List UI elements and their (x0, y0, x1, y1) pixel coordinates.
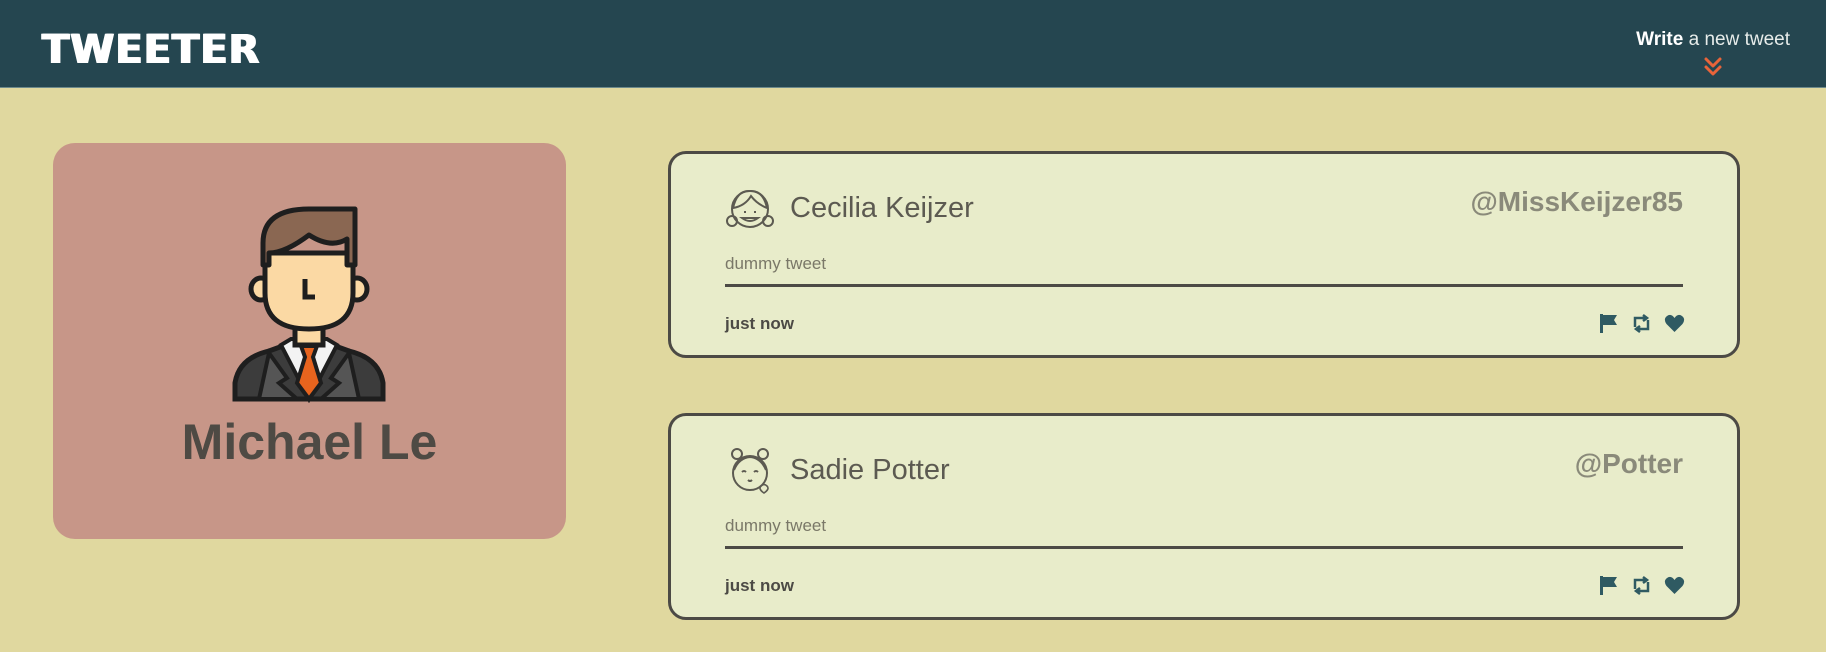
heart-icon[interactable] (1664, 313, 1685, 334)
retweet-icon[interactable] (1631, 313, 1652, 334)
tweet-timestamp: just now (725, 576, 794, 595)
flag-icon[interactable] (1598, 575, 1619, 596)
tweet-content: dummy tweet (725, 254, 827, 273)
tweet-content: dummy tweet (725, 516, 827, 535)
tweet-author-name: Sadie Potter (790, 454, 950, 486)
tweet-author-name: Cecilia Keijzer (790, 192, 974, 224)
compose-bold-label: Write (1636, 29, 1684, 50)
tweet-divider (725, 284, 1683, 287)
tweet-timestamp: just now (725, 314, 794, 333)
compose-label: a new tweet (1683, 29, 1790, 50)
businessman-avatar-icon (232, 206, 386, 403)
profile-card: Michael Le (53, 143, 566, 539)
tweet-author-handle[interactable]: @Potter (1575, 448, 1683, 480)
double-chevron-down-icon[interactable] (1703, 56, 1723, 78)
top-navbar: TWEETER Write a new tweet (0, 0, 1826, 88)
girl-braids-avatar-icon (726, 189, 774, 228)
tweet-card: Sadie Potter @Potter dummy tweet just no… (668, 413, 1740, 620)
retweet-icon[interactable] (1631, 575, 1652, 596)
write-new-tweet-button[interactable]: Write a new tweet (1636, 29, 1790, 76)
tweet-divider (725, 546, 1683, 549)
flag-icon[interactable] (1598, 313, 1619, 334)
tweet-card: Cecilia Keijzer @MissKeijzer85 dummy twe… (668, 151, 1740, 358)
profile-name: Michael Le (181, 414, 438, 470)
girl-buns-avatar-icon (731, 448, 769, 494)
tweet-actions (1598, 313, 1685, 334)
heart-icon[interactable] (1664, 575, 1685, 596)
tweet-author-handle[interactable]: @MissKeijzer85 (1470, 186, 1683, 218)
tweet-actions (1598, 575, 1685, 596)
brand-logo[interactable]: TWEETER (42, 30, 260, 70)
